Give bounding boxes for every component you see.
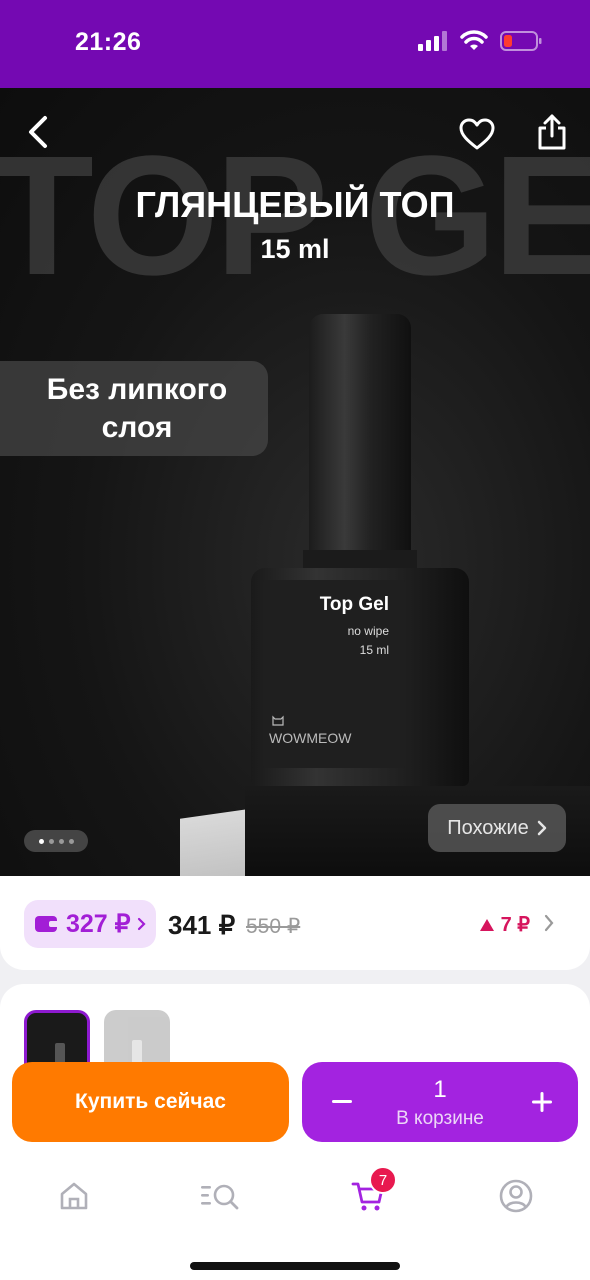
wallet-price: 327 ₽: [66, 910, 131, 938]
share-icon: [538, 114, 566, 150]
bottle-label-brand: WOWMEOW: [269, 730, 352, 746]
chevron-right-icon: [137, 917, 146, 931]
back-button[interactable]: [16, 110, 60, 154]
wallet-price-button[interactable]: 327 ₽: [24, 900, 156, 948]
hero-title: ГЛЯНЦЕВЫЙ ТОП: [135, 184, 455, 225]
chevron-left-icon: [29, 116, 47, 148]
status-bar: 21:26: [0, 0, 590, 88]
bottle-label-line1: no wipe: [347, 624, 389, 638]
plus-icon: [532, 1092, 552, 1112]
carousel-dot: [48, 838, 54, 844]
chevron-right-icon: [544, 914, 554, 932]
bottle-label-line2: 15 ml: [359, 643, 389, 657]
chevron-right-icon: [537, 820, 547, 836]
tab-profile[interactable]: [494, 1174, 538, 1218]
share-button[interactable]: [530, 110, 574, 154]
similar-products-button[interactable]: Похожие: [428, 804, 566, 852]
similar-products-label: Похожие: [447, 816, 529, 839]
tab-catalog[interactable]: [198, 1174, 242, 1218]
wallet-icon: [35, 916, 59, 932]
product-image-carousel[interactable]: TOP GEL ГЛЯНЦЕВЫЙ ТОП 15 ml Без липкого …: [0, 88, 590, 878]
feature-tag: Без липкого слоя: [0, 361, 268, 456]
wifi-icon: [460, 30, 488, 50]
carousel-dot: [58, 838, 64, 844]
cart-quantity-control: 1 В корзине: [302, 1062, 578, 1142]
buy-now-button[interactable]: Купить сейчас: [12, 1062, 289, 1142]
product-bottle: Top Gel no wipe 15 ml WOWMEOW: [251, 568, 469, 786]
profile-icon: [499, 1179, 533, 1213]
increase-quantity-button[interactable]: [522, 1082, 562, 1122]
tab-home[interactable]: [52, 1174, 96, 1218]
carousel-dot: [68, 838, 74, 844]
triangle-up-icon: [479, 918, 494, 931]
current-price: 341 ₽: [168, 910, 236, 940]
bottle-label: Top Gel no wipe 15 ml WOWMEOW: [263, 580, 405, 768]
favorite-button[interactable]: [455, 112, 499, 156]
carousel-dot: [38, 838, 44, 844]
bottle-label-name: Top Gel: [319, 594, 389, 615]
cart-badge: 7: [369, 1166, 397, 1194]
bottle-cap: [309, 314, 411, 558]
price-card: 327 ₽ 341 ₽ 550 ₽ 7 ₽: [0, 876, 590, 970]
feature-tag-text: Без липкого слоя: [46, 372, 228, 444]
home-icon: [60, 1182, 88, 1210]
battery-icon: [500, 31, 542, 51]
status-icons: [418, 30, 542, 52]
catalog-icon: [201, 1184, 239, 1210]
bottle-label-details: no wipe 15 ml: [348, 622, 389, 660]
status-time: 21:26: [75, 28, 142, 56]
hero-subtitle: 15 ml: [260, 234, 330, 264]
heart-icon: [459, 118, 495, 150]
home-indicator: [190, 1262, 400, 1270]
carousel-indicator: [24, 830, 88, 852]
price-details-chevron[interactable]: [544, 912, 554, 938]
price-change-value: 7 ₽: [500, 914, 530, 936]
price-change[interactable]: 7 ₽: [479, 912, 530, 937]
cat-logo-icon: [272, 715, 284, 726]
signal-icon: [418, 31, 447, 51]
old-price: 550 ₽: [246, 915, 301, 938]
